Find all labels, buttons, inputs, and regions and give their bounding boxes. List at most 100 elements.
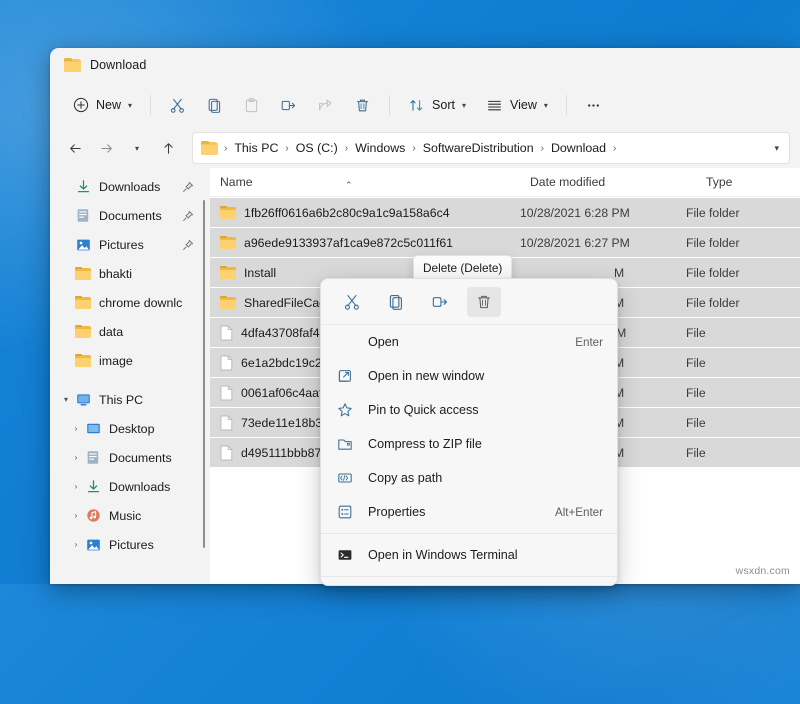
- pin-icon: [182, 210, 194, 222]
- column-header-name[interactable]: Name ⌃: [210, 175, 520, 189]
- picture-icon: [84, 538, 102, 552]
- file-icon: [220, 325, 233, 341]
- sidebar-item-label: image: [99, 354, 133, 368]
- breadcrumb-item-windows[interactable]: Windows: [350, 138, 410, 158]
- context-item-label: Open in new window: [368, 369, 603, 383]
- cut-button[interactable]: [160, 89, 195, 121]
- context-item-compress-to-zip[interactable]: Compress to ZIP file: [321, 427, 617, 461]
- context-item-shortcut: Alt+Enter: [555, 506, 603, 519]
- sidebar-item-label: Music: [109, 509, 141, 523]
- music-icon: [84, 508, 102, 523]
- expander-placeholder: [58, 266, 74, 282]
- toolbar-divider-3: [566, 95, 567, 115]
- column-header-type-label: Type: [706, 175, 732, 189]
- address-bar[interactable]: › This PC › OS (C:) › Windows › Software…: [192, 132, 790, 164]
- sidebar-item-downloads[interactable]: Downloads: [50, 172, 210, 201]
- file-icon: [220, 355, 233, 371]
- recent-locations-button[interactable]: ▾: [122, 133, 152, 163]
- view-button[interactable]: View ▾: [477, 89, 557, 121]
- sidebar-item-bhakti[interactable]: bhakti: [50, 259, 210, 288]
- context-item-open[interactable]: Open Enter: [321, 325, 617, 359]
- context-item-open-in-windows-terminal[interactable]: Open in Windows Terminal: [321, 538, 617, 572]
- column-header-type[interactable]: Type: [696, 175, 732, 189]
- sidebar-scrollbar-track[interactable]: [198, 168, 210, 584]
- scissors-icon: [343, 293, 361, 311]
- breadcrumb-item-softwaredistribution[interactable]: SoftwareDistribution: [418, 138, 539, 158]
- context-cut-button[interactable]: [335, 287, 369, 317]
- breadcrumb-item-os-c[interactable]: OS (C:): [291, 138, 343, 158]
- folder-icon: [74, 296, 92, 309]
- pin-icon: [182, 181, 194, 193]
- sidebar-item-music[interactable]: › Music: [50, 501, 210, 530]
- download-icon: [84, 479, 102, 494]
- sort-arrows-icon: [408, 97, 425, 114]
- copy-icon: [206, 97, 223, 114]
- toolbar-divider: [150, 95, 151, 115]
- breadcrumb-item-this-pc[interactable]: This PC: [229, 138, 283, 158]
- breadcrumb-item-download[interactable]: Download: [546, 138, 611, 158]
- file-type-cell: File: [686, 326, 706, 340]
- rename-button[interactable]: [271, 89, 306, 121]
- sidebar-item-pictures[interactable]: Pictures: [50, 230, 210, 259]
- folder-icon: [220, 206, 236, 219]
- delete-button[interactable]: [345, 89, 380, 121]
- breadcrumb-separator: ›: [612, 143, 617, 154]
- chevron-down-icon: ▾: [128, 102, 132, 110]
- chevron-down-icon[interactable]: ▾: [774, 143, 783, 154]
- folder-icon: [220, 296, 236, 309]
- file-date-cell: 10/28/2021 6:28 PM: [520, 206, 630, 220]
- lines-icon: [486, 97, 503, 114]
- sort-button[interactable]: Sort ▾: [399, 89, 475, 121]
- chevron-right-icon[interactable]: ›: [68, 508, 84, 524]
- more-button[interactable]: [576, 89, 611, 121]
- sidebar-item-this-pc[interactable]: ▾ This PC: [50, 385, 210, 414]
- chevron-right-icon[interactable]: ›: [68, 479, 84, 495]
- breadcrumb-separator: ›: [223, 143, 228, 154]
- properties-icon: [335, 504, 355, 520]
- chevron-right-icon[interactable]: ›: [68, 421, 84, 437]
- column-headers: Name ⌃ Date modified Type: [210, 168, 800, 197]
- table-row[interactable]: a96ede9133937af1ca9e872c5c011f61 10/28/2…: [210, 228, 800, 257]
- sidebar-item-pictures-pc[interactable]: › Pictures: [50, 530, 210, 559]
- up-button[interactable]: [153, 133, 183, 163]
- paste-button[interactable]: [234, 89, 269, 121]
- chevron-right-icon[interactable]: ›: [68, 537, 84, 553]
- trash-icon: [475, 293, 493, 311]
- sidebar-item-documents-pc[interactable]: › Documents: [50, 443, 210, 472]
- rename-icon: [280, 97, 297, 114]
- copy-button[interactable]: [197, 89, 232, 121]
- chevron-right-icon[interactable]: ›: [68, 450, 84, 466]
- new-button[interactable]: New ▾: [64, 89, 141, 121]
- file-date-cell: M: [614, 266, 624, 280]
- context-copy-button[interactable]: [379, 287, 413, 317]
- sidebar-item-desktop[interactable]: › Desktop: [50, 414, 210, 443]
- forward-button[interactable]: [91, 133, 121, 163]
- plus-circle-icon: [73, 97, 89, 113]
- context-item-properties[interactable]: Properties Alt+Enter: [321, 495, 617, 529]
- context-item-label: Pin to Quick access: [368, 403, 603, 417]
- context-item-pin-to-quick-access[interactable]: Pin to Quick access: [321, 393, 617, 427]
- context-rename-button[interactable]: [423, 287, 457, 317]
- sidebar-item-data[interactable]: data: [50, 317, 210, 346]
- context-item-copy-as-path[interactable]: Copy as path: [321, 461, 617, 495]
- chevron-down-icon[interactable]: ▾: [58, 392, 74, 408]
- file-name-cell: a96ede9133937af1ca9e872c5c011f61: [210, 236, 520, 250]
- table-row[interactable]: 1fb26ff0616a6b2c80c9a1c9a158a6c4 10/28/2…: [210, 198, 800, 227]
- back-button[interactable]: [60, 133, 90, 163]
- breadcrumb-separator: ›: [344, 143, 349, 154]
- sort-ascending-icon: ⌃: [345, 180, 353, 191]
- navigation-bar: ▾ › This PC › OS (C:) › Windows › Softwa…: [50, 128, 800, 168]
- sidebar-item-documents[interactable]: Documents: [50, 201, 210, 230]
- share-button[interactable]: [308, 89, 343, 121]
- sidebar-item-downloads-pc[interactable]: › Downloads: [50, 472, 210, 501]
- sidebar-scrollbar-thumb[interactable]: [203, 200, 205, 548]
- command-bar: New ▾: [50, 82, 800, 128]
- sidebar-item-image[interactable]: image: [50, 346, 210, 375]
- ellipsis-icon: [585, 97, 602, 114]
- context-delete-button[interactable]: [467, 287, 501, 317]
- file-icon: [220, 445, 233, 461]
- context-item-open-in-new-window[interactable]: Open in new window: [321, 359, 617, 393]
- column-header-date-modified[interactable]: Date modified: [520, 175, 696, 189]
- zip-icon: [335, 436, 355, 452]
- sidebar-item-chrome-downloads[interactable]: chrome downlc: [50, 288, 210, 317]
